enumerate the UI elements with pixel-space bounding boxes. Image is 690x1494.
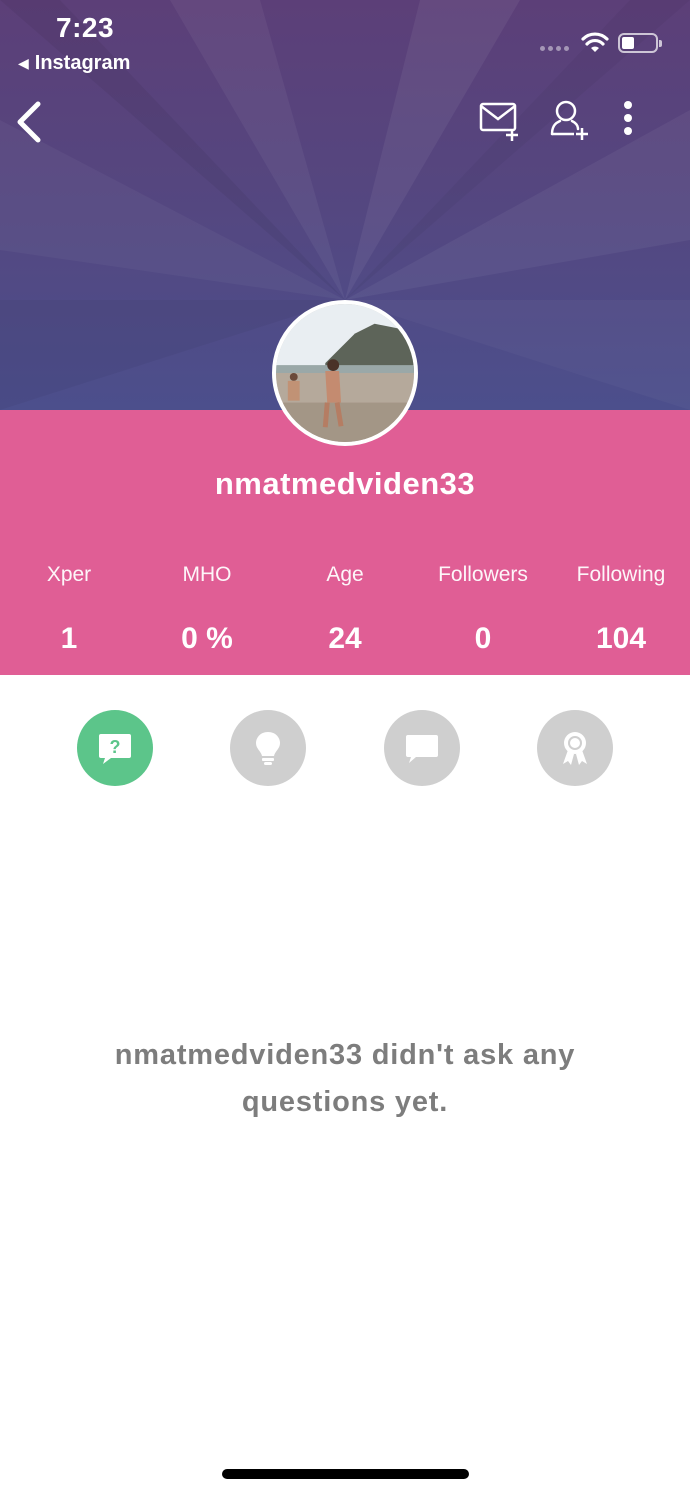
question-bubble-icon: ? bbox=[99, 734, 131, 764]
chevron-left-icon[interactable] bbox=[10, 96, 50, 148]
avatar-photo bbox=[276, 304, 414, 442]
stat-value: 104 bbox=[595, 622, 647, 655]
message-add-icon[interactable] bbox=[476, 96, 524, 144]
lightbulb-icon bbox=[256, 732, 280, 765]
stat-value: 24 bbox=[328, 622, 362, 655]
stat-label: Age bbox=[326, 563, 364, 586]
stat-label: Following bbox=[576, 563, 666, 586]
status-bar: 7:23 ◀ Instagram bbox=[0, 0, 690, 80]
stat-xper: Xper 1 bbox=[0, 560, 138, 660]
stat-age: Age 24 bbox=[276, 560, 414, 660]
cellular-signal-icon bbox=[540, 46, 569, 51]
wifi-icon bbox=[581, 32, 609, 52]
achievements-tab[interactable] bbox=[537, 710, 613, 786]
opinions-tab[interactable] bbox=[230, 710, 306, 786]
stat-label: Followers bbox=[438, 563, 528, 586]
stat-label: Xper bbox=[46, 563, 92, 586]
profile-stats: Xper 1 MHO 0 % Age 24 Followers 0 Follow… bbox=[0, 560, 690, 660]
more-vertical-icon[interactable] bbox=[604, 96, 652, 144]
stat-label: MHO bbox=[182, 563, 232, 586]
profile-username: nmatmedviden33 bbox=[214, 466, 476, 501]
profile-tabs: ? bbox=[0, 710, 690, 788]
svg-text:?: ? bbox=[110, 737, 121, 757]
back-to-app-link[interactable]: ◀ Instagram bbox=[18, 52, 130, 75]
home-indicator[interactable] bbox=[222, 1469, 469, 1479]
stat-followers[interactable]: Followers 0 bbox=[414, 560, 552, 660]
battery-icon bbox=[618, 33, 662, 53]
stat-following[interactable]: Following 104 bbox=[552, 560, 690, 660]
chat-bubble-icon bbox=[406, 735, 438, 763]
comments-tab[interactable] bbox=[384, 710, 460, 786]
award-ribbon-icon bbox=[563, 732, 587, 765]
stat-value: 1 bbox=[60, 622, 78, 655]
back-app-label: Instagram bbox=[34, 52, 131, 74]
questions-tab[interactable]: ? bbox=[77, 710, 153, 786]
status-time: 7:23 bbox=[56, 12, 115, 43]
stat-mho: MHO 0 % bbox=[138, 560, 276, 660]
stat-value: 0 % bbox=[181, 622, 233, 655]
user-add-icon[interactable] bbox=[546, 96, 594, 144]
empty-state-message: nmatmedviden33 didn't ask any questions … bbox=[114, 1039, 576, 1118]
back-triangle-icon: ◀ bbox=[18, 55, 29, 71]
stat-value: 0 bbox=[474, 622, 492, 655]
avatar[interactable] bbox=[272, 300, 418, 446]
